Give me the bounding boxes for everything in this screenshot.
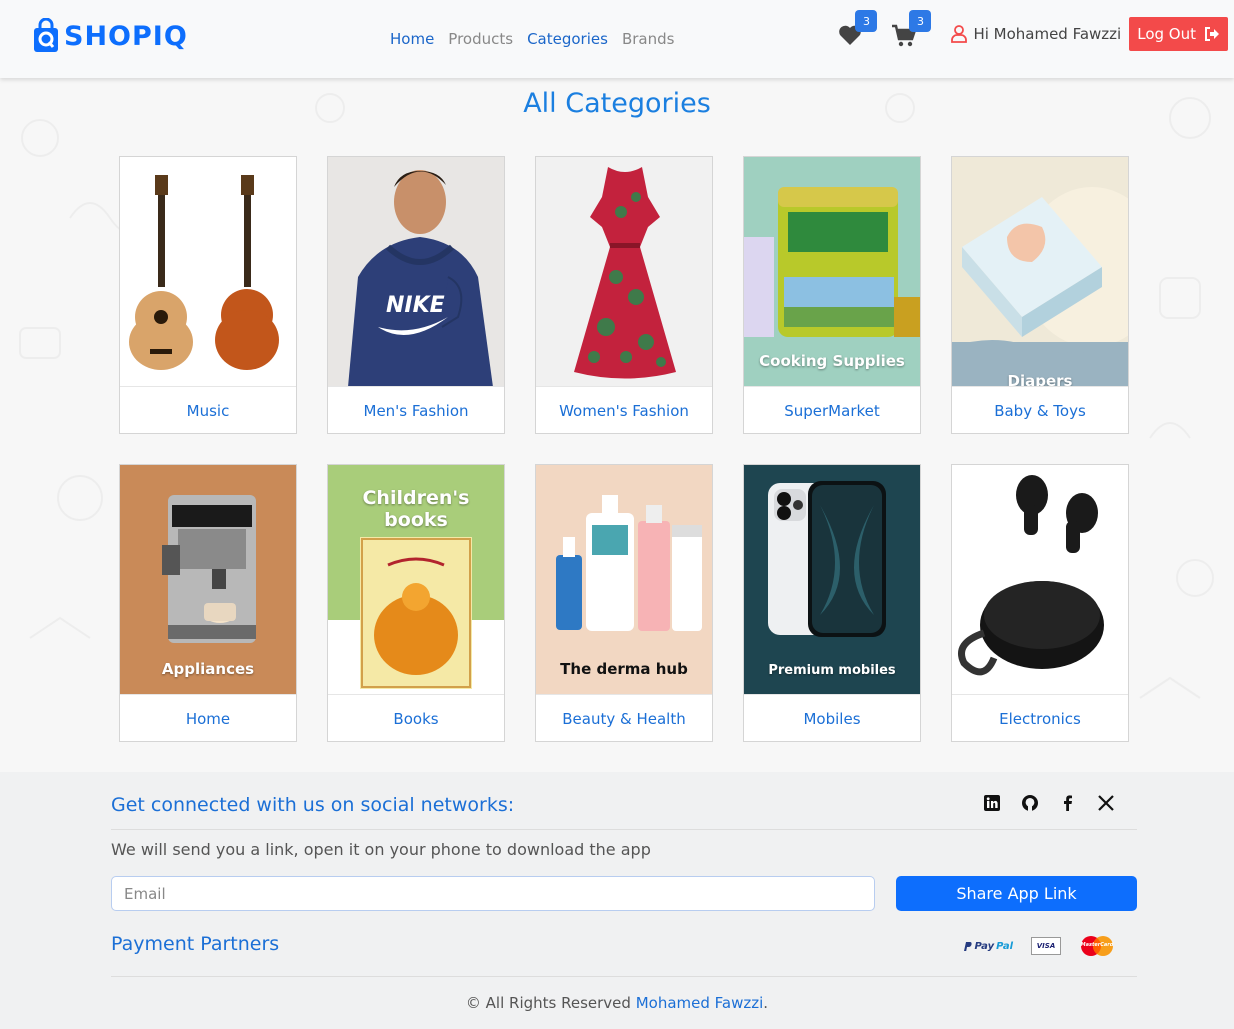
- image-caption: Cooking Supplies: [759, 352, 905, 370]
- user-greeting: Hi Mohamed Fawzzi: [951, 25, 1121, 43]
- category-image: Cooking Supplies: [744, 157, 920, 387]
- category-image: Children's books: [328, 465, 504, 695]
- svg-text:NIKE: NIKE: [386, 293, 445, 318]
- github-icon[interactable]: [1021, 794, 1039, 812]
- category-card-mens-fashion[interactable]: NIKE Men's Fashion: [327, 156, 505, 434]
- category-card-electronics[interactable]: Electronics: [951, 464, 1129, 742]
- category-card-books[interactable]: Children's books Books: [327, 464, 505, 742]
- category-card-womens-fashion[interactable]: Women's Fashion: [535, 156, 713, 434]
- page-title: All Categories: [523, 88, 711, 119]
- payment-section: Payment Partners Pay Pal VISA MasterCard: [111, 929, 1137, 977]
- nav-link-products[interactable]: Products: [448, 30, 513, 48]
- email-input[interactable]: [111, 876, 875, 911]
- facebook-icon[interactable]: [1059, 794, 1077, 812]
- paypal-logo: Pay Pal: [963, 941, 1013, 952]
- category-label: Baby & Toys: [994, 401, 1086, 420]
- category-card-baby-toys[interactable]: Diapers Baby & Toys: [951, 156, 1129, 434]
- brand-logo[interactable]: SHOPIQ: [32, 17, 188, 54]
- category-image: [120, 157, 296, 387]
- category-image: [952, 465, 1128, 695]
- category-label: SuperMarket: [784, 401, 880, 420]
- category-image: Appliances: [120, 465, 296, 695]
- categories-grid: Music NIKE Men's Fashion Women's Fashion…: [119, 156, 1129, 742]
- download-text: We will send you a link, open it on your…: [111, 840, 651, 859]
- image-caption: The derma hub: [560, 660, 688, 678]
- visa-logo: VISA: [1031, 937, 1061, 955]
- logout-label: Log Out: [1137, 25, 1196, 43]
- category-image: Diapers: [952, 157, 1128, 387]
- cart-count-badge: 3: [909, 10, 932, 32]
- sign-out-icon: [1205, 27, 1219, 41]
- paypal-text-pal: Pal: [996, 940, 1013, 952]
- category-label: Electronics: [999, 709, 1081, 728]
- copyright-suffix: .: [763, 994, 769, 1012]
- dress-image: [574, 167, 676, 379]
- category-label: Beauty & Health: [562, 709, 686, 728]
- navbar: SHOPIQ Home Products Categories Brands 3…: [0, 0, 1234, 78]
- nav-link-categories[interactable]: Categories: [527, 30, 608, 48]
- social-icons: [983, 794, 1115, 812]
- footer: Get connected with us on social networks…: [0, 772, 1234, 1029]
- image-caption: Children's books: [362, 487, 470, 531]
- category-image: NIKE: [328, 157, 504, 387]
- category-image: The derma hub: [536, 465, 712, 695]
- nav-link-home[interactable]: Home: [390, 30, 434, 48]
- social-section: Get connected with us on social networks…: [111, 794, 1137, 830]
- smartphone-image: [768, 481, 886, 637]
- category-label: Women's Fashion: [559, 401, 689, 420]
- shopping-bag-icon: [32, 17, 60, 54]
- main-content: All Categories Music NIKE Men's Fashion …: [0, 78, 1234, 772]
- user-icon: [951, 25, 968, 43]
- payment-logos: Pay Pal VISA MasterCard: [963, 935, 1115, 957]
- linkedin-icon[interactable]: [983, 794, 1001, 812]
- category-card-music[interactable]: Music: [119, 156, 297, 434]
- category-card-home[interactable]: Appliances Home: [119, 464, 297, 742]
- nav-actions: 3 3 Hi Mohamed Fawzzi Log Out: [835, 10, 1228, 54]
- copyright: © All Rights Reserved Mohamed Fawzzi.: [0, 994, 1234, 1012]
- guitar-image: [129, 175, 279, 370]
- cart-button[interactable]: 3: [889, 10, 932, 54]
- main-nav: Home Products Categories Brands: [390, 30, 674, 48]
- social-title: Get connected with us on social networks…: [111, 794, 515, 816]
- payment-title: Payment Partners: [111, 933, 280, 955]
- category-image: Premium mobiles: [744, 465, 920, 695]
- category-label: Books: [393, 709, 439, 728]
- image-caption: Diapers: [1007, 372, 1073, 387]
- hoodie-model-image: NIKE: [348, 170, 493, 386]
- image-caption: Appliances: [161, 660, 255, 678]
- diapers-box-image: [952, 187, 1128, 386]
- image-caption: Premium mobiles: [768, 663, 896, 678]
- category-card-beauty-health[interactable]: The derma hub Beauty & Health: [535, 464, 713, 742]
- brand-name: SHOPIQ: [64, 20, 188, 52]
- category-image: [536, 157, 712, 387]
- paypal-icon: [964, 941, 973, 951]
- mastercard-logo: MasterCard: [1079, 935, 1115, 957]
- greeting-text: Hi Mohamed Fawzzi: [973, 25, 1122, 43]
- nav-link-brands[interactable]: Brands: [622, 30, 675, 48]
- x-icon[interactable]: [1097, 794, 1115, 812]
- mastercard-text: MasterCard: [1080, 942, 1114, 948]
- category-card-mobiles[interactable]: Premium mobiles Mobiles: [743, 464, 921, 742]
- category-label: Music: [186, 401, 230, 420]
- copyright-prefix: © All Rights Reserved: [465, 994, 631, 1012]
- category-label: Mobiles: [803, 709, 861, 728]
- paypal-text-pay: Pay: [974, 940, 995, 952]
- wishlist-count-badge: 3: [855, 10, 878, 32]
- share-app-link-button[interactable]: Share App Link: [896, 876, 1137, 911]
- wishlist-button[interactable]: 3: [835, 10, 878, 54]
- earbuds-image: [958, 475, 1104, 676]
- category-label: Home: [185, 709, 231, 728]
- category-label: Men's Fashion: [363, 401, 469, 420]
- category-card-supermarket[interactable]: Cooking Supplies SuperMarket: [743, 156, 921, 434]
- logout-button[interactable]: Log Out: [1129, 17, 1228, 51]
- author-link[interactable]: Mohamed Fawzzi: [636, 994, 764, 1012]
